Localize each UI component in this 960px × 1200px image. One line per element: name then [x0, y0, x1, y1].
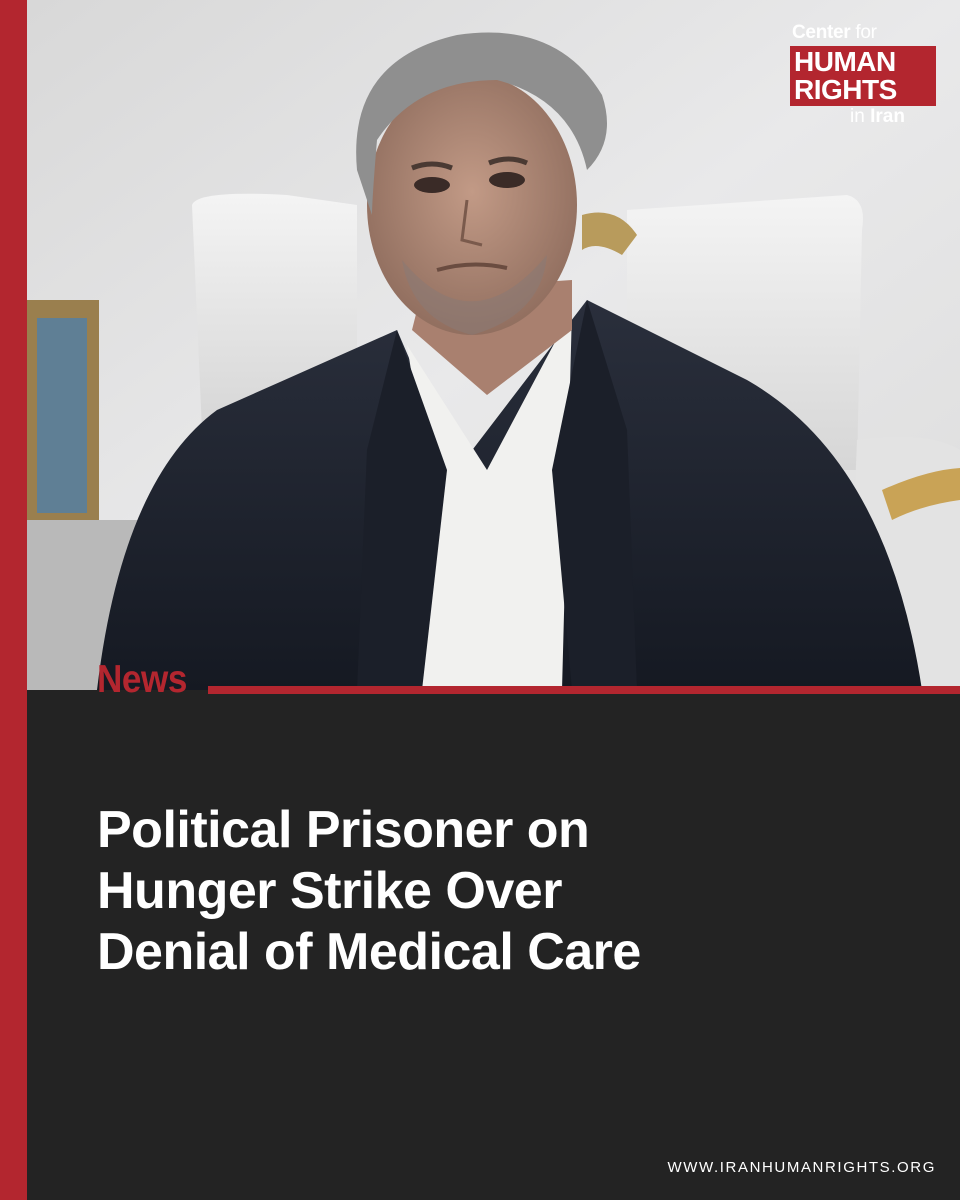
- headline: Political Prisoner on Hunger Strike Over…: [97, 800, 897, 983]
- logo-line-center-for: Center for: [790, 22, 936, 44]
- headline-line: Political Prisoner on: [97, 801, 590, 859]
- logo-word-center: Center: [792, 22, 851, 43]
- logo-word-in: in: [850, 106, 865, 127]
- website-url: WWW.IRANHUMANRIGHTS.ORG: [667, 1159, 936, 1176]
- category-label: News: [97, 658, 187, 701]
- logo-word-iran: Iran: [870, 106, 905, 127]
- chri-logo: Center for HUMAN RIGHTS in Iran: [790, 22, 936, 128]
- logo-word-rights: RIGHTS: [794, 74, 897, 105]
- logo-red-box: HUMAN RIGHTS: [790, 46, 936, 106]
- accent-side-bar: [0, 0, 27, 1200]
- category-divider: [208, 686, 960, 694]
- news-card: Center for HUMAN RIGHTS in Iran News Pol…: [0, 0, 960, 1200]
- logo-line-in-iran: in Iran: [790, 106, 936, 128]
- logo-word-for: for: [855, 22, 877, 43]
- headline-line: Hunger Strike Over: [97, 862, 562, 920]
- logo-word-human: HUMAN: [794, 46, 896, 77]
- headline-line: Denial of Medical Care: [97, 923, 641, 981]
